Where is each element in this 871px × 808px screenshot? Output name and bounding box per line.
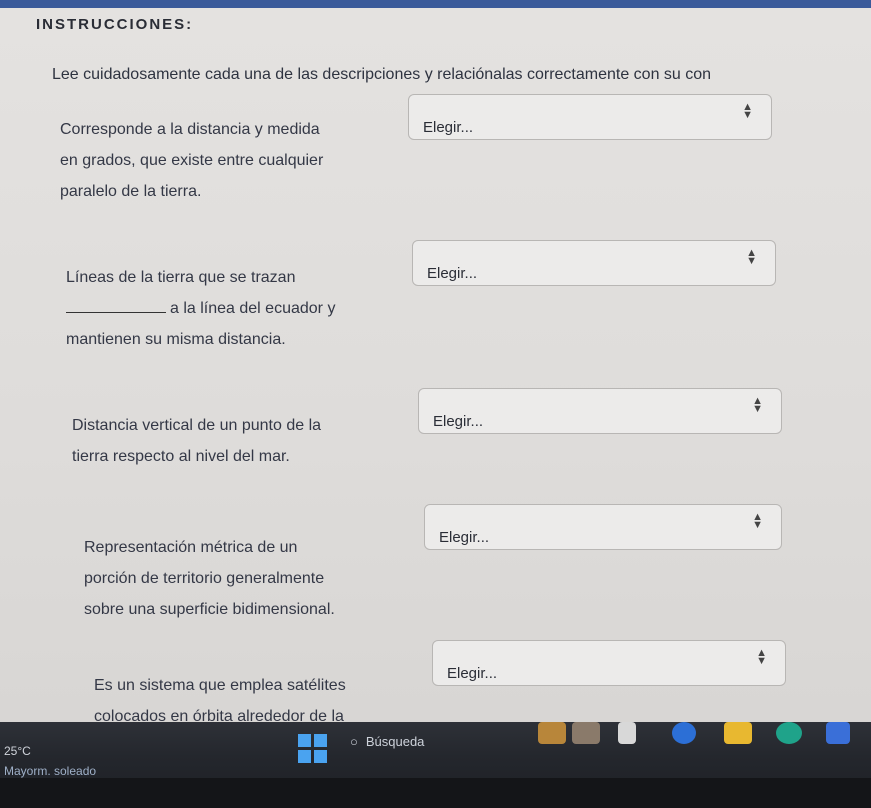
- question-text-line: sobre una superficie bidimensional.: [84, 601, 335, 618]
- bottom-strip: [0, 778, 871, 808]
- question-text-line: porción de territorio generalmente: [84, 570, 325, 587]
- question-text-line: mantienen su misma distancia.: [66, 331, 286, 348]
- instructions-heading: INSTRUCCIONES:: [36, 16, 194, 33]
- question-text-line: tierra respecto al nivel del mar.: [72, 448, 290, 465]
- question-3: Distancia vertical de un punto de la tie…: [72, 410, 321, 472]
- window-top-bar: [0, 0, 871, 8]
- file-explorer-icon[interactable]: [724, 722, 752, 744]
- app-icon[interactable]: [538, 722, 566, 744]
- question-text-line: Representación métrica de un: [84, 539, 298, 556]
- windows-start-icon[interactable]: [298, 734, 328, 764]
- app-icon[interactable]: [572, 722, 600, 744]
- question-text-line: Líneas de la tierra que se trazan: [66, 269, 296, 286]
- answer-select-2[interactable]: Elegir... ▲ ▼: [412, 240, 776, 286]
- taskbar: 25°C Mayorm. soleado ○ Búsqueda: [0, 722, 871, 808]
- quiz-page: INSTRUCCIONES: Lee cuidadosamente cada u…: [0, 8, 871, 725]
- select-value: Elegir...: [439, 529, 490, 546]
- answer-select-3[interactable]: Elegir... ▲ ▼: [418, 388, 782, 434]
- question-text-line: Es un sistema que emplea satélites: [94, 677, 346, 694]
- answer-select-5[interactable]: Elegir... ▲ ▼: [432, 640, 786, 686]
- select-value: Elegir...: [433, 413, 484, 430]
- store-icon[interactable]: [826, 722, 850, 744]
- question-text-line: a la línea del ecuador y: [170, 300, 336, 317]
- answer-blank: [66, 298, 166, 313]
- taskbar-search[interactable]: ○ Búsqueda: [350, 734, 424, 749]
- search-icon: ○: [350, 734, 358, 749]
- select-arrows-icon: ▲ ▼: [752, 511, 763, 531]
- question-1: Corresponde a la distancia y medida en g…: [60, 114, 323, 207]
- select-arrows-icon: ▲ ▼: [756, 647, 767, 667]
- app-icon[interactable]: [618, 722, 636, 744]
- select-value: Elegir...: [427, 265, 478, 282]
- select-arrows-icon: ▲ ▼: [746, 247, 757, 267]
- weather-temperature[interactable]: 25°C: [4, 744, 31, 758]
- chat-icon[interactable]: [672, 722, 696, 744]
- select-arrows-icon: ▲ ▼: [752, 395, 763, 415]
- search-label: Búsqueda: [365, 734, 425, 749]
- question-text-line: en grados, que existe entre cualquier: [60, 152, 324, 169]
- edge-browser-icon[interactable]: [776, 722, 802, 744]
- answer-select-1[interactable]: Elegir... ▲ ▼: [408, 94, 772, 140]
- question-text-line: Distancia vertical de un punto de la: [72, 417, 322, 434]
- question-text-line: Corresponde a la distancia y medida: [60, 121, 320, 138]
- instructions-text: Lee cuidadosamente cada una de las descr…: [52, 66, 712, 83]
- question-text-line: paralelo de la tierra.: [60, 183, 202, 200]
- select-value: Elegir...: [447, 665, 498, 682]
- question-4: Representación métrica de un porción de …: [84, 532, 335, 625]
- select-arrows-icon: ▲ ▼: [742, 101, 753, 121]
- question-2: Líneas de la tierra que se trazan a la l…: [66, 262, 335, 355]
- weather-description[interactable]: Mayorm. soleado: [4, 764, 96, 778]
- select-value: Elegir...: [423, 119, 474, 136]
- answer-select-4[interactable]: Elegir... ▲ ▼: [424, 504, 782, 550]
